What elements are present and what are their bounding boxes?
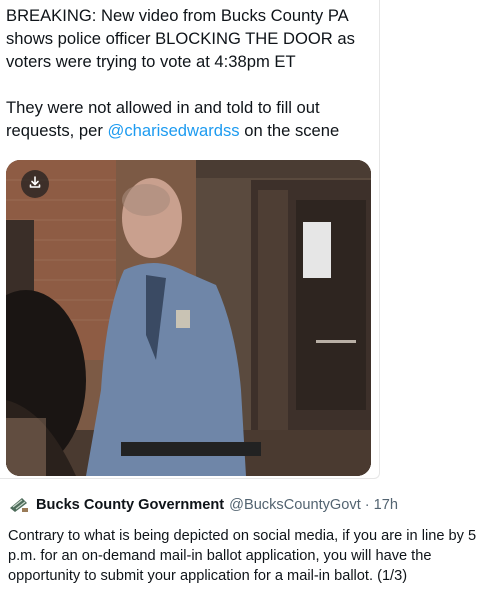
download-button[interactable] [21,170,49,198]
video-media[interactable] [6,160,371,476]
tweet-card: BREAKING: New video from Bucks County PA… [0,0,380,479]
county-seal-icon [8,496,30,514]
display-name[interactable]: Bucks County Government [36,497,224,513]
tweet-text-paragraph-2-end: on the scene [239,121,340,140]
mention-link[interactable]: @charisedwardss [107,121,239,140]
tweet-text-paragraph-1: BREAKING: New video from Bucks County PA… [6,6,355,71]
quote-header: Bucks County Government @BucksCountyGovt… [8,496,398,514]
download-icon [28,175,42,194]
separator-dot: · [364,497,370,513]
quote-tweet[interactable]: Bucks County Government @BucksCountyGovt… [0,484,502,590]
quote-text: Contrary to what is being depicted on so… [8,528,477,584]
video-frame-image [6,160,371,476]
account-handle[interactable]: @BucksCountyGovt [229,497,361,513]
timestamp[interactable]: 17h [374,497,398,513]
tweet-text: BREAKING: New video from Bucks County PA… [6,4,376,142]
